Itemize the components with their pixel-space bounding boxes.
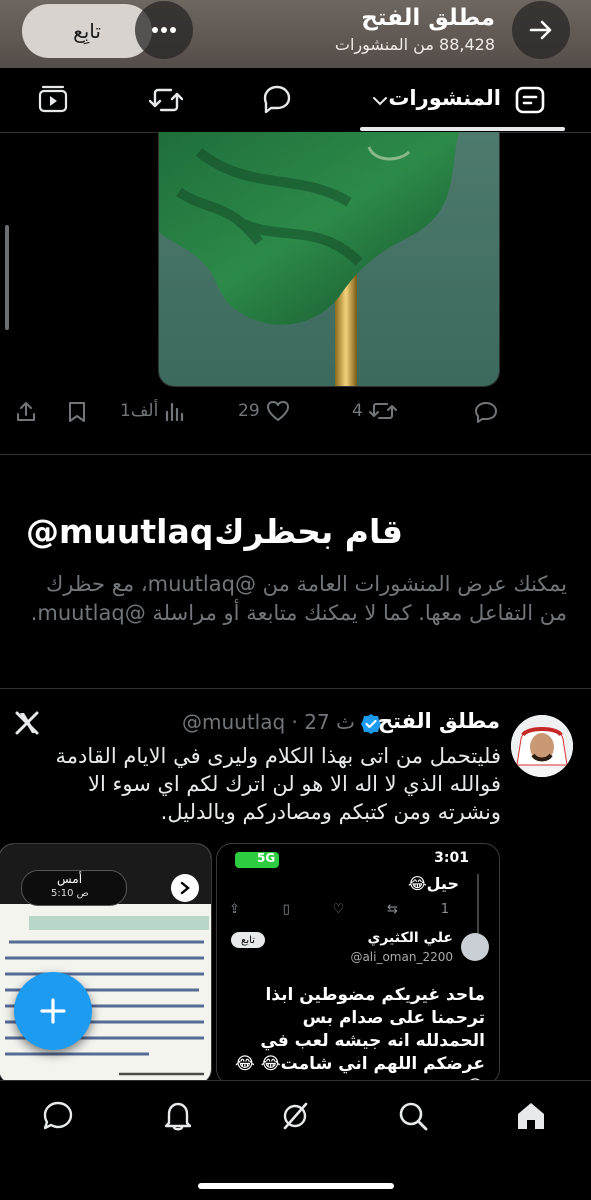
tab-replies[interactable]	[262, 84, 292, 118]
signal-label: 5G	[257, 851, 276, 865]
tab-posts-icon	[515, 86, 545, 118]
mini-user-name: علي الكثيري	[367, 930, 453, 946]
posts-icon	[515, 86, 545, 114]
blocked-handle: @muutlaq	[26, 512, 214, 551]
mini-tweet-text: ماحد غيريكم مضوطين ابذا ترحمنا على صدام …	[235, 985, 485, 1084]
chat-icon	[43, 1101, 73, 1130]
attached-image-1[interactable]: 5G 3:01 حيل😂 ⇪ ▯ ♡ ⇆ 1 تابع علي الكثيري …	[216, 843, 500, 1085]
search-icon	[399, 1102, 428, 1131]
reply-text: حيل😂	[407, 874, 459, 893]
reply-button[interactable]	[474, 400, 498, 428]
post-image[interactable]	[158, 132, 500, 387]
mini-follow-button: تابع	[231, 932, 265, 948]
reply-icon	[263, 85, 291, 114]
nav-notifications[interactable]	[160, 1098, 196, 1134]
repost-icon	[148, 88, 184, 112]
views-count: 1ألف	[120, 401, 159, 421]
mini-repost-icon: ⇆	[387, 902, 398, 917]
profile-name: مطلق الفتح	[361, 5, 495, 31]
nav-search[interactable]	[395, 1098, 431, 1134]
scrollbar[interactable]	[5, 225, 9, 330]
tab-posts-label[interactable]: المنشورات	[388, 86, 501, 110]
bell-icon	[164, 1102, 192, 1131]
mini-action-bar: ⇪ ▯ ♡ ⇆ 1	[229, 902, 449, 917]
reposts-count: 4	[352, 401, 363, 421]
nav-home[interactable]	[513, 1098, 549, 1134]
chevron-down-icon	[373, 97, 387, 106]
mini-avatar	[461, 933, 489, 961]
more-icon	[152, 27, 176, 33]
nav-messages[interactable]	[40, 1098, 76, 1134]
repost-icon	[368, 403, 397, 419]
analytics-icon	[166, 402, 184, 422]
divider	[0, 454, 591, 455]
blocked-title: قام بحظرك	[214, 512, 403, 551]
post-count: 88,428 من المنشورات	[334, 35, 495, 54]
home-indicator	[198, 1183, 394, 1189]
mini-bookmark-icon: ▯	[282, 902, 290, 917]
status-time: 3:01	[434, 850, 469, 866]
post-author-name[interactable]: مطلق الفتح	[378, 709, 500, 733]
follow-button[interactable]: تابِع	[22, 4, 152, 58]
heart-icon	[266, 401, 289, 421]
x-logo-icon[interactable]	[14, 710, 40, 740]
divider	[0, 688, 591, 689]
thread-line	[477, 874, 479, 936]
grok-icon	[283, 1102, 308, 1130]
more-options-button[interactable]	[135, 1, 193, 59]
chevron-right-icon	[180, 881, 190, 895]
likes-count: 29	[238, 401, 260, 421]
date-label: أمس	[57, 872, 83, 886]
compose-button[interactable]	[14, 972, 92, 1050]
repost-button[interactable]: 4	[352, 400, 397, 422]
avatar[interactable]	[511, 715, 573, 777]
share-icon	[17, 402, 35, 421]
profile-tabs	[0, 68, 591, 133]
back-button[interactable]	[512, 1, 570, 59]
nav-grok[interactable]	[277, 1098, 313, 1134]
next-button	[171, 874, 199, 902]
blocked-description: يمكنك عرض المنشورات العامة من @muutlaq، …	[30, 572, 567, 625]
time-label: 5:10 ص	[51, 888, 89, 899]
active-tab-indicator	[360, 127, 565, 131]
tab-media[interactable]	[38, 85, 68, 117]
views-button[interactable]: 1ألف	[120, 400, 186, 422]
post-meta: @muutlaq · 27 ث	[182, 710, 355, 734]
home-icon	[518, 1103, 544, 1129]
mini-count: 1	[440, 902, 449, 917]
mini-user-handle: @ali_oman_2200	[350, 950, 453, 964]
like-button[interactable]: 29	[238, 400, 290, 422]
bookmark-button[interactable]	[66, 400, 88, 428]
mini-share-icon: ⇪	[229, 902, 240, 917]
reply-icon	[475, 402, 497, 423]
video-icon	[38, 85, 68, 113]
mini-heart-icon: ♡	[332, 902, 345, 917]
tab-reposts[interactable]	[148, 86, 184, 118]
attached-image-2[interactable]: أمس 5:10 ص	[0, 843, 212, 1085]
plus-icon	[40, 998, 66, 1024]
tab-dropdown[interactable]	[372, 92, 388, 111]
share-button[interactable]	[14, 400, 38, 428]
bookmark-icon	[69, 402, 85, 422]
arrow-right-icon	[529, 20, 552, 40]
post-text: فليتحمل من اتى بهذا الكلام وليرى في الاي…	[55, 744, 501, 824]
